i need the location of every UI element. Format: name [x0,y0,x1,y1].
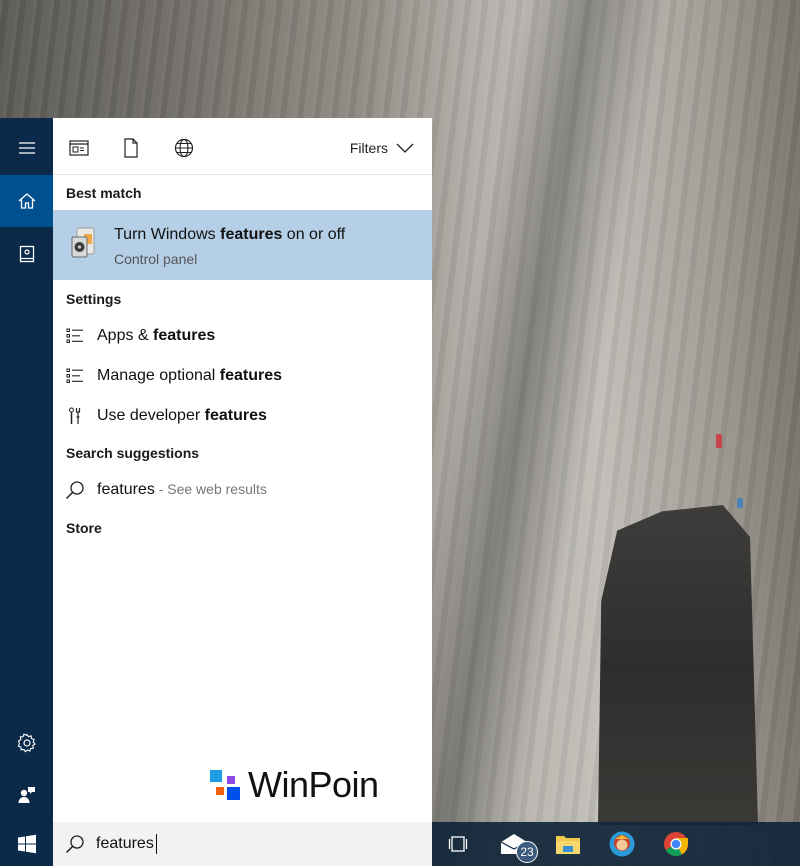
search-input[interactable] [96,831,416,857]
logo-square [227,776,235,784]
document-icon [124,138,138,158]
filter-toolbar: Filters [53,118,432,175]
best-match-result[interactable]: Turn Windows features on or off Control … [53,210,432,280]
list-icon [65,366,85,386]
filters-dropdown[interactable]: Filters [350,137,414,159]
result-label: Manage optional features [97,367,283,384]
best-match-subtitle: Control panel [114,251,198,267]
settings-result-developer-features[interactable]: Use developer features [53,398,432,434]
apps-filter-button[interactable] [68,137,90,159]
hamburger-icon [18,142,35,154]
filters-label: Filters [349,140,388,156]
best-match-title: Turn Windows features on or off [114,226,346,243]
apps-icon [69,140,89,156]
wallpaper-climber [737,498,743,508]
result-label: features - See web results [97,481,267,498]
web-suggestion-result[interactable]: features - See web results [53,472,432,508]
task-view-icon [448,836,468,852]
mascot-icon [609,831,635,857]
logo-square [210,770,222,782]
settings-result-optional-features[interactable]: Manage optional features [53,358,432,394]
file-explorer-button[interactable] [553,829,583,859]
settings-result-apps-features[interactable]: Apps & features [53,318,432,354]
chrome-icon [664,832,688,857]
windows-logo-icon [17,834,36,854]
folder-icon [556,836,580,854]
search-icon [65,480,85,500]
mascot-app-button[interactable] [607,829,637,859]
search-suggestions-header: Search suggestions [66,445,200,461]
web-icon [174,138,194,158]
mail-unread-badge: 23 [516,841,538,863]
text-caret [156,834,157,854]
chevron-down-icon [396,143,414,153]
developer-tools-icon [65,406,85,426]
settings-button[interactable] [0,717,53,769]
best-match-header: Best match [66,185,142,201]
windows-features-icon [71,227,95,258]
store-header: Store [66,520,102,536]
watermark-text: WinPoin [248,764,379,805]
start-sidebar [0,118,53,822]
logo-square [227,787,240,800]
wallpaper-climber [716,434,722,448]
search-results-panel: Filters Best match Turn Windows features… [53,118,432,822]
feedback-icon [18,787,35,803]
home-button[interactable] [0,175,53,227]
chrome-button[interactable] [661,829,691,859]
list-icon [65,326,85,346]
settings-header: Settings [66,291,122,307]
gear-icon [17,733,36,753]
task-view-button[interactable] [443,829,473,859]
web-filter-button[interactable] [173,137,195,159]
home-icon [18,193,35,209]
wallpaper-boulder [598,505,758,825]
search-icon [65,834,85,854]
search-box[interactable] [53,822,432,866]
notebook-button[interactable] [0,228,53,280]
result-label: Use developer features [97,407,267,424]
result-label: Apps & features [97,327,216,344]
hamburger-menu-button[interactable] [0,122,53,174]
notebook-icon [19,245,34,263]
start-button[interactable] [0,822,53,866]
documents-filter-button[interactable] [120,137,142,159]
feedback-button[interactable] [0,769,53,821]
logo-square [216,787,224,795]
